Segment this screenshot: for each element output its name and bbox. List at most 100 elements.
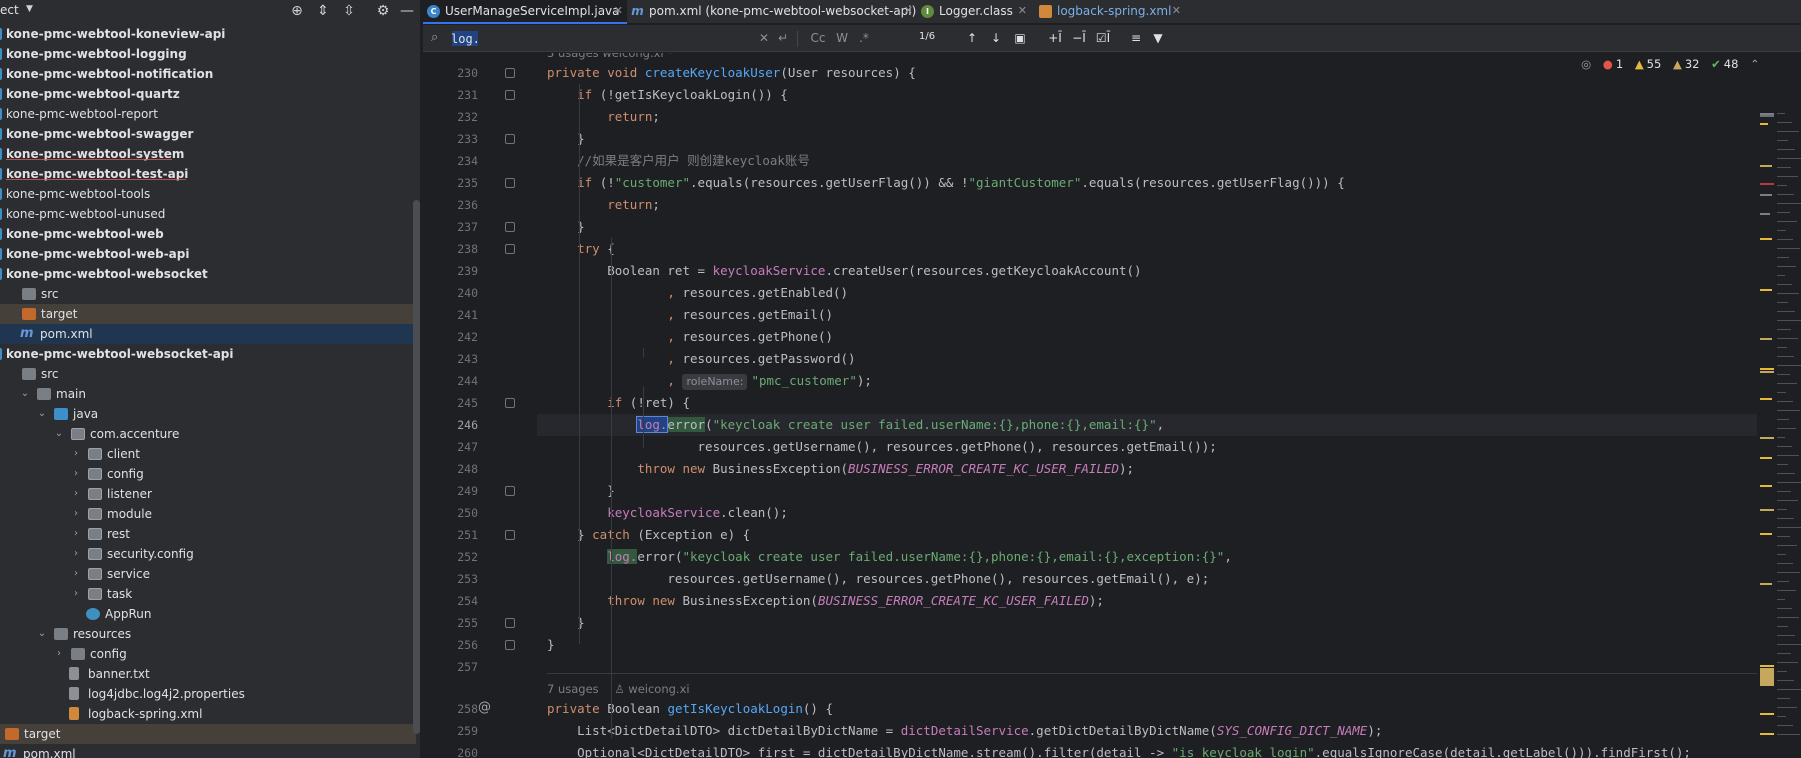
tab-logger-class[interactable]: I Logger.class ✕ [917,0,1031,24]
viewport-marker[interactable] [1760,668,1774,686]
stripe-marker[interactable] [1760,583,1772,585]
stripe-marker[interactable] [1760,238,1772,240]
stripe-marker[interactable] [1760,213,1770,215]
add-occurrence-icon[interactable]: +Ī [1045,29,1065,47]
select-all-occurrences-icon[interactable]: ☑Ī [1093,29,1113,47]
tree-item[interactable]: kone-pmc-webtool-websocket [0,264,416,284]
code-line[interactable]: } [547,634,555,656]
code-line[interactable]: throw new BusinessException(BUSINESS_ERR… [547,458,1134,480]
code-line[interactable]: if (!"customer".equals(resources.getUser… [547,172,1345,194]
fold-marker-icon[interactable] [505,486,515,496]
code-line[interactable]: } catch (Exception e) { [547,524,750,546]
usages-count[interactable]: 7 usages [547,682,599,696]
arrow-up-icon[interactable]: ↑ [963,29,981,47]
expand-all-icon[interactable]: ⇕ [314,2,332,20]
code-line[interactable]: , resources.getPhone() [547,326,833,348]
stripe-marker[interactable] [1760,398,1772,400]
filter-icon[interactable]: ▼ [1149,29,1167,47]
chevron-right-icon[interactable]: › [70,544,82,564]
stripe-marker[interactable] [1760,368,1774,370]
chevron-down-icon[interactable]: ▼ [26,4,33,14]
tree-item[interactable]: m pom.xml [0,324,416,344]
code-line[interactable]: return; [547,194,660,216]
tree-item[interactable]: kone-pmc-webtool-logging [0,44,416,64]
words-toggle[interactable]: W [833,29,851,47]
tree-item[interactable]: › listener [0,484,416,504]
fold-marker-icon[interactable] [505,398,515,408]
tree-item[interactable]: m pom.xml [0,744,416,758]
tree-item[interactable]: banner.txt [0,664,416,684]
collapse-all-icon[interactable]: ⇳ [340,2,358,20]
tree-item[interactable]: kone-pmc-webtool-notification [0,64,416,84]
tab-usermanageserviceimpl[interactable]: C UserManageServiceImpl.java ✕ [423,0,627,24]
fold-marker-icon[interactable] [505,244,515,254]
open-in-window-icon[interactable]: ▣ [1011,29,1029,47]
code-line[interactable]: if (!getIsKeycloakLogin()) { [547,84,788,106]
stripe-marker[interactable] [1760,371,1774,373]
tree-item[interactable]: › client [0,444,416,464]
locate-icon[interactable]: ⊕ [288,2,306,20]
tree-item[interactable]: kone-pmc-webtool-tools [0,184,416,204]
arrow-down-icon[interactable]: ↓ [987,29,1005,47]
tree-item[interactable]: › config [0,464,416,484]
filter-search-results-icon[interactable]: ≡ [1127,29,1145,47]
chevron-down-icon[interactable]: ⌄ [53,424,65,444]
tree-item[interactable]: › security.config [0,544,416,564]
new-line-icon[interactable]: ↵ [775,29,791,47]
code-line[interactable]: , resources.getPassword() [547,348,855,370]
tree-item[interactable]: kone-pmc-webtool-web-api [0,244,416,264]
stripe-marker[interactable] [1760,165,1772,167]
usages-hint[interactable]: 3 usages weicong.xi * [547,53,673,62]
stripe-marker[interactable] [1760,437,1774,439]
tree-item[interactable]: logback-spring.xml [0,704,416,724]
code-line[interactable]: if (!ret) { [547,392,690,414]
code-line[interactable]: List<DictDetailDTO> dictDetailByDictName… [547,720,1382,742]
code-editor[interactable]: ◎ ●1 ▲55 ▲32 ✔48 ⌃ ⌄ 3 usages weicong.xi… [423,53,1801,758]
regex-toggle[interactable]: .* [855,29,873,47]
fold-marker-icon[interactable] [505,530,515,540]
project-title[interactable]: ect [0,3,19,17]
tree-item[interactable]: kone-pmc-webtool-websocket-api [0,344,416,364]
clear-icon[interactable]: ✕ [757,29,771,47]
stripe-marker[interactable] [1760,183,1774,185]
chevron-right-icon[interactable]: › [70,564,82,584]
chevron-right-icon[interactable]: › [70,584,82,604]
author-name[interactable]: weicong.xi [628,682,689,696]
stripe-marker[interactable] [1760,457,1772,459]
close-icon[interactable]: ✕ [904,0,913,22]
tree-item[interactable]: › rest [0,524,416,544]
fold-marker-icon[interactable] [505,68,515,78]
fold-marker-icon[interactable] [505,222,515,232]
tree-item[interactable]: kone-pmc-webtool-unused [0,204,416,224]
tree-item[interactable]: kone-pmc-webtool-report [0,104,416,124]
code-line[interactable]: return; [547,106,660,128]
search-icon[interactable]: ⌕ [431,30,447,46]
fold-marker-icon[interactable] [505,640,515,650]
annotation-icon[interactable]: @ [478,700,491,715]
tab-pom-xml[interactable]: m pom.xml (kone-pmc-webtool-websocket-ap… [627,0,917,24]
error-stripe[interactable] [1757,53,1801,758]
stripe-marker[interactable] [1760,533,1772,535]
inspections-widget[interactable]: ◎ ●1 ▲55 ▲32 ✔48 ⌃ ⌄ [1573,57,1781,73]
chevron-down-icon[interactable]: ⌄ [36,624,48,644]
fold-marker-icon[interactable] [505,134,515,144]
chevron-down-icon[interactable]: ⌄ [36,404,48,424]
tree-item[interactable]: src [0,364,416,384]
code-line[interactable]: , roleName: "pmc_customer"); [547,370,872,392]
code-line[interactable]: Boolean ret = keycloakService.createUser… [547,260,1141,282]
code-line[interactable]: log.error("keycloak create user failed.u… [547,546,1232,568]
tree-item[interactable]: kone-pmc-webtool-quartz [0,84,416,104]
tree-item[interactable]: target [0,724,416,744]
chevron-right-icon[interactable]: › [70,464,82,484]
code-line[interactable]: , resources.getEnabled() [547,282,848,304]
stripe-marker[interactable] [1760,733,1774,735]
eye-off-icon[interactable]: ◎ [1581,57,1591,71]
tree-item[interactable]: kone-pmc-webtool-swagger [0,124,416,144]
fold-marker-icon[interactable] [505,618,515,628]
tree-item[interactable]: › module [0,504,416,524]
remove-occurrence-icon[interactable]: −Ī [1069,29,1089,47]
tree-item[interactable]: ⌄ resources [0,624,416,644]
stripe-marker[interactable] [1760,115,1774,117]
tree-item[interactable]: AppRun [0,604,416,624]
fold-marker-icon[interactable] [505,178,515,188]
